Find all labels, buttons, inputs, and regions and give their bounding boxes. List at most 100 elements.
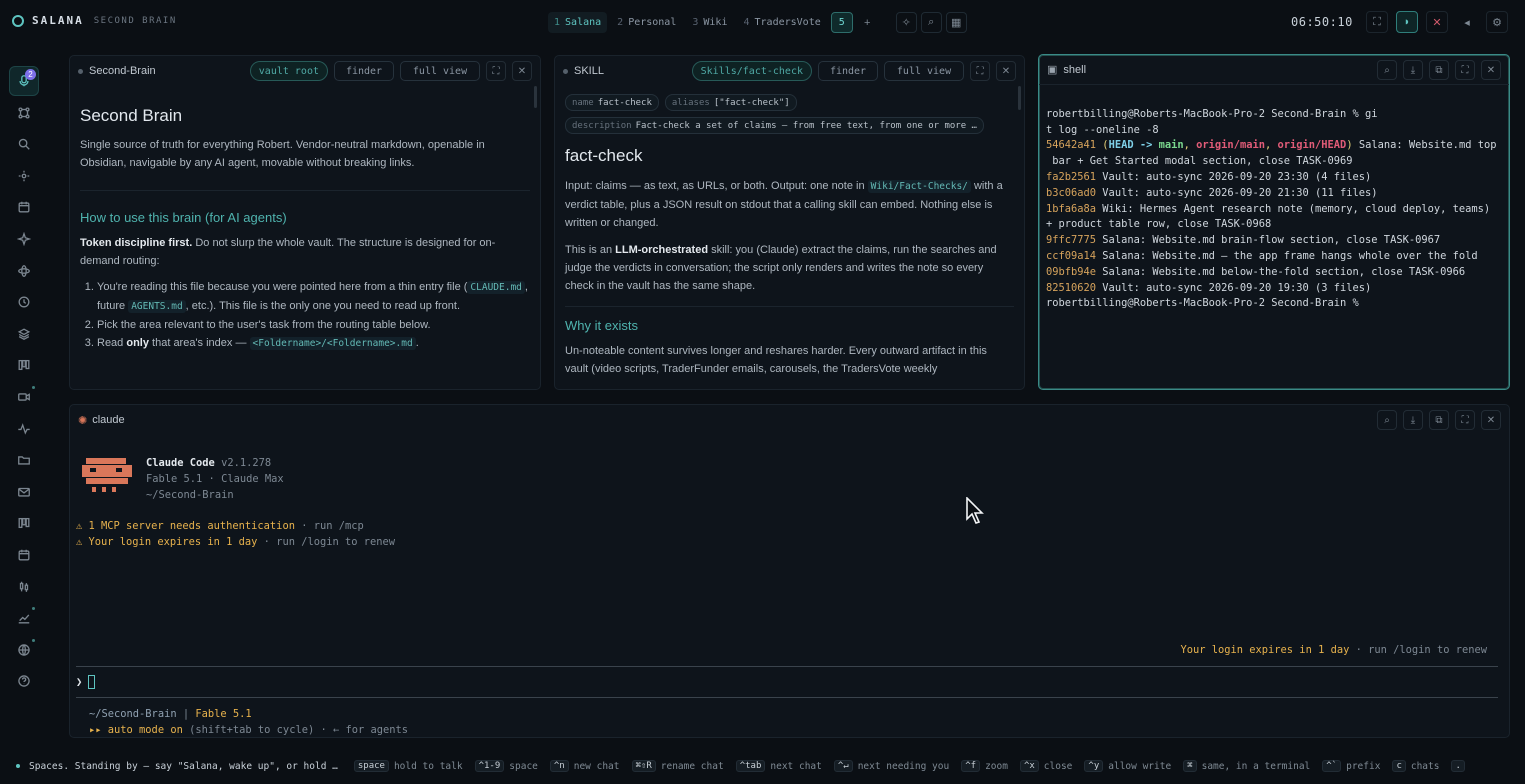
candles-icon[interactable]: [9, 572, 39, 602]
close-icon[interactable]: ✕: [996, 61, 1016, 81]
popout-icon[interactable]: ⧉: [1429, 410, 1449, 430]
panel-actions: vault root finder full view ⛶ ✕: [249, 61, 532, 81]
brand-subtitle: SECOND BRAIN: [93, 15, 177, 26]
search-icon[interactable]: ⌕: [1377, 60, 1397, 80]
atom-icon[interactable]: [9, 256, 39, 286]
expand-icon[interactable]: ⛶: [486, 61, 506, 81]
chart-icon[interactable]: [9, 603, 39, 633]
calendar-icon[interactable]: [9, 540, 39, 570]
terminal-line: + product table row, close TASK-0968: [1046, 218, 1272, 231]
hint-label: next needing you: [857, 760, 950, 772]
commit-message: Salana: Website.md brain-flow section, c…: [1096, 234, 1441, 247]
pin-off-icon[interactable]: ✕: [1426, 11, 1448, 33]
expand-icon[interactable]: ⛶: [1455, 60, 1475, 80]
terminal-output[interactable]: robertbilling@Roberts-MacBook-Pro-2 Seco…: [1039, 85, 1509, 389]
full-view-button[interactable]: full view: [884, 61, 964, 81]
claude-terminal[interactable]: Claude Code v2.1.278 Fable 5.1 · Claude …: [70, 435, 1509, 737]
clock-icon[interactable]: [9, 287, 39, 317]
close-icon[interactable]: ✕: [1481, 60, 1501, 80]
hint-item: ^↵ next needing you: [833, 760, 950, 772]
brand-name: SALANA: [32, 14, 84, 27]
doc-paragraph: Token discipline first. Do not slurp the…: [80, 234, 528, 270]
panel-header: Second-Brain vault root finder full view…: [70, 56, 540, 86]
help-icon[interactable]: [9, 666, 39, 696]
info-line: Claude Code v2.1.278: [146, 455, 284, 471]
divider: [76, 697, 1498, 698]
warning-line: ⚠ Your login expires in 1 day · run /log…: [76, 534, 395, 550]
close-icon[interactable]: ✕: [1481, 410, 1501, 430]
ref-text: (: [1096, 139, 1109, 152]
footer-line[interactable]: ▸▸ auto mode on (shift+tab to cycle) · ←…: [89, 722, 408, 737]
download-icon[interactable]: ⤓: [1403, 410, 1423, 430]
vault-root-chip[interactable]: vault root: [249, 61, 328, 81]
hint-label: space: [509, 760, 538, 772]
prompt-input[interactable]: ❯: [76, 675, 96, 689]
globe-icon[interactable]: [9, 635, 39, 665]
ref-remote: origin/HEAD: [1277, 139, 1347, 152]
finder-button[interactable]: finder: [818, 61, 878, 81]
sparkle-icon[interactable]: ✧: [895, 12, 917, 33]
panel-title: Second-Brain: [89, 65, 156, 77]
grid-icon[interactable]: ▦: [945, 12, 967, 33]
hint-item: ^f zoom: [961, 760, 1008, 772]
document-body: name fact-check aliases ["fact-check"] des…: [555, 86, 1024, 389]
layers-icon[interactable]: [9, 319, 39, 349]
commit-hash: 54642a41: [1046, 139, 1097, 152]
search-icon[interactable]: ⌕: [920, 12, 942, 33]
radar-icon[interactable]: [9, 161, 39, 191]
sparkle-icon[interactable]: [9, 224, 39, 254]
inline-code: Wiki/Fact-Checks/: [867, 180, 971, 193]
finder-button[interactable]: finder: [334, 61, 394, 81]
expand-icon[interactable]: ⛶: [970, 61, 990, 81]
mail-icon[interactable]: [9, 477, 39, 507]
video-icon[interactable]: [9, 382, 39, 412]
search-icon[interactable]: ⌕: [1377, 410, 1397, 430]
calendar-icon[interactable]: [9, 192, 39, 222]
scrollbar[interactable]: [534, 86, 537, 108]
space-tab-label: TradersVote: [754, 17, 821, 28]
space-tab-tradersvote[interactable]: 4 TradersVote: [737, 12, 826, 33]
hint-item: ^x close: [1019, 760, 1072, 772]
dot-icon: [563, 68, 568, 74]
space-tab-wiki[interactable]: 3 Wiki: [686, 12, 733, 33]
kanban-icon[interactable]: [9, 350, 39, 380]
hint-key: c: [1392, 760, 1406, 772]
graph-icon[interactable]: [9, 98, 39, 128]
notice-hint: · run /login to renew: [1349, 644, 1487, 656]
panel-actions: Skills/fact-check finder full view ⛶ ✕: [691, 61, 1016, 81]
doc-heading: Why it exists: [565, 318, 638, 333]
space-count-button[interactable]: 5: [830, 12, 853, 33]
search-icon[interactable]: [9, 129, 39, 159]
status-dot: [32, 607, 35, 611]
mic-icon[interactable]: 2: [9, 66, 39, 96]
hint-key: ^1-9: [474, 760, 505, 772]
close-icon[interactable]: ✕: [512, 61, 532, 81]
skill-path-chip[interactable]: Skills/fact-check: [691, 61, 812, 81]
hint-item: ⌘⇧R rename chat: [631, 760, 724, 772]
bold-text: LLM-orchestrated: [615, 244, 709, 256]
ear-icon[interactable]: ◗: [1396, 11, 1418, 33]
full-view-button[interactable]: full view: [400, 61, 480, 81]
activity-icon[interactable]: [9, 414, 39, 444]
board-icon[interactable]: [9, 508, 39, 538]
expand-icon[interactable]: ⛶: [1455, 410, 1475, 430]
hint-key: space: [353, 760, 389, 772]
download-icon[interactable]: ⤓: [1403, 60, 1423, 80]
scrollbar[interactable]: [1018, 86, 1021, 110]
panel-title: SKILL: [574, 65, 604, 77]
space-tab-number: 4: [743, 17, 750, 28]
panel-second-brain: Second-Brain vault root finder full view…: [69, 55, 541, 390]
divider: [76, 666, 1498, 667]
popout-icon[interactable]: ⧉: [1429, 60, 1449, 80]
terminal-line: fa2b2561 Vault: auto-sync 2026-09-20 23:…: [1046, 170, 1502, 186]
doc-title: fact-check: [565, 146, 643, 165]
divider: [80, 190, 530, 191]
hint-item: ^1-9 space: [474, 760, 538, 772]
add-space-button[interactable]: +: [857, 12, 878, 33]
fullscreen-icon[interactable]: ⛶: [1366, 11, 1388, 33]
folder-icon[interactable]: [9, 445, 39, 475]
space-tab-personal[interactable]: 2 Personal: [611, 12, 682, 33]
space-tab-salana[interactable]: 1 Salana: [548, 12, 608, 33]
speaker-icon[interactable]: ◂: [1456, 11, 1478, 33]
gear-icon[interactable]: ⚙: [1486, 11, 1508, 33]
